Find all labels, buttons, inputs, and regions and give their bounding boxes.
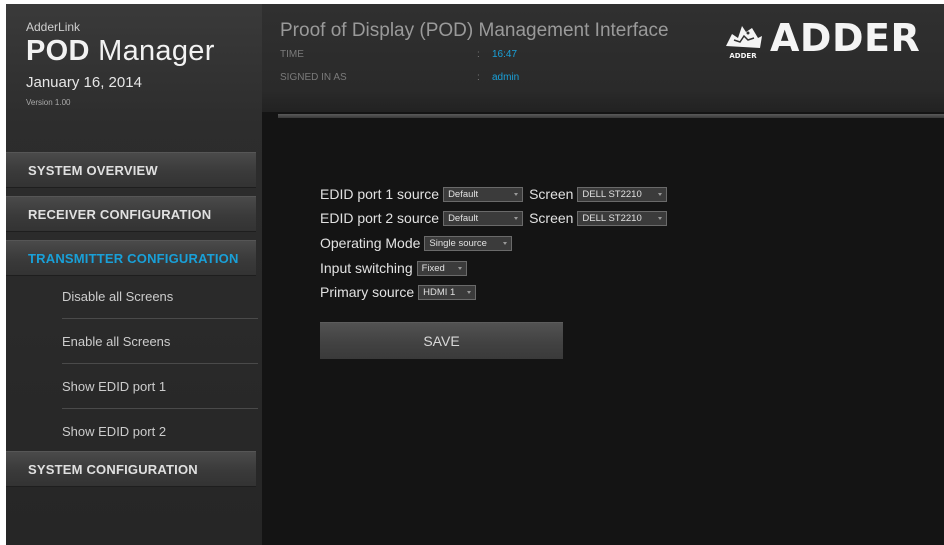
- edid-port-2-row: EDID port 2 source Default Screen DELL S…: [320, 209, 668, 227]
- nav-system-overview[interactable]: SYSTEM OVERVIEW: [6, 152, 256, 188]
- edid-port-1-source-select[interactable]: Default: [443, 186, 524, 202]
- time-value: 16:47: [492, 49, 518, 60]
- operating-mode-label: Operating Mode: [320, 235, 421, 251]
- edid-port-2-screen-label: Screen: [529, 210, 574, 226]
- primary-source-row: Primary source HDMI 1: [320, 283, 477, 301]
- adder-logo-mark-icon: ADDER: [718, 16, 768, 64]
- brand-title: POD Manager: [26, 35, 215, 68]
- nav-system-configuration[interactable]: SYSTEM CONFIGURATION: [6, 451, 256, 487]
- header: Proof of Display (POD) Management Interf…: [262, 4, 944, 112]
- main-panel: Proof of Display (POD) Management Interf…: [262, 4, 944, 545]
- chevron-down-icon: [503, 241, 508, 245]
- nav-transmitter-configuration[interactable]: TRANSMITTER CONFIGURATION: [6, 240, 256, 276]
- brand-block: AdderLink POD Manager January 16, 2014 V…: [26, 20, 215, 107]
- input-switching-value: Fixed: [421, 262, 445, 274]
- nav-sub-enable-all-screens[interactable]: Enable all Screens: [62, 319, 258, 364]
- header-divider: [278, 114, 944, 118]
- primary-source-label: Primary source: [320, 284, 415, 300]
- adder-logo: ADDER ADDER: [718, 16, 920, 64]
- primary-source-value: HDMI 1: [423, 286, 456, 298]
- brand-title-light: Manager: [98, 35, 215, 67]
- operating-mode-row: Operating Mode Single source: [320, 234, 513, 252]
- app-frame: AdderLink POD Manager January 16, 2014 V…: [6, 4, 944, 545]
- adder-logo-mark-text: ADDER: [729, 52, 757, 60]
- edid-port-2-label: EDID port 2 source: [320, 210, 440, 226]
- operating-mode-select[interactable]: Single source: [424, 235, 513, 251]
- nav-sub-disable-all-screens[interactable]: Disable all Screens: [62, 274, 258, 319]
- brand-date: January 16, 2014: [26, 74, 142, 91]
- brand-title-bold: POD: [26, 35, 90, 67]
- page-title: Proof of Display (POD) Management Interf…: [280, 20, 669, 41]
- edid-port-1-row: EDID port 1 source Default Screen DELL S…: [320, 185, 668, 203]
- edid-port-1-screen-label: Screen: [529, 186, 574, 202]
- edid-port-1-label: EDID port 1 source: [320, 186, 440, 202]
- chevron-down-icon: [658, 192, 663, 196]
- operating-mode-value: Single source: [429, 237, 487, 249]
- edid-port-2-source-select[interactable]: Default: [443, 210, 524, 226]
- edid-port-2-screen-value: DELL ST2210: [582, 212, 642, 224]
- time-separator: :: [477, 49, 480, 60]
- input-switching-label: Input switching: [320, 260, 413, 276]
- input-switching-row: Input switching Fixed: [320, 259, 467, 277]
- signed-in-label: SIGNED IN AS: [280, 72, 347, 83]
- signed-in-value: admin: [492, 72, 520, 83]
- edid-port-1-screen-value: DELL ST2210: [582, 188, 642, 200]
- nav-sub-show-edid-port-2[interactable]: Show EDID port 2: [62, 409, 258, 454]
- edid-port-2-source-value: Default: [448, 212, 479, 224]
- input-switching-select[interactable]: Fixed: [416, 260, 467, 276]
- save-button[interactable]: SAVE: [320, 322, 563, 359]
- edid-port-1-screen-select[interactable]: DELL ST2210: [577, 186, 668, 202]
- chevron-down-icon: [457, 266, 462, 270]
- nav-receiver-configuration[interactable]: RECEIVER CONFIGURATION: [6, 196, 256, 232]
- signed-in-separator: :: [477, 72, 480, 83]
- adder-logo-text: ADDER: [770, 16, 921, 60]
- chevron-down-icon: [658, 216, 663, 220]
- sidebar: AdderLink POD Manager January 16, 2014 V…: [6, 4, 262, 545]
- primary-source-select[interactable]: HDMI 1: [418, 284, 477, 300]
- brand-subtitle: AdderLink: [26, 20, 81, 34]
- chevron-down-icon: [514, 192, 519, 196]
- chevron-down-icon: [514, 216, 519, 220]
- chevron-down-icon: [467, 290, 472, 294]
- brand-version: Version 1.00: [26, 98, 71, 107]
- nav-sub-show-edid-port-1[interactable]: Show EDID port 1: [62, 364, 258, 409]
- edid-port-2-screen-select[interactable]: DELL ST2210: [577, 210, 668, 226]
- edid-port-1-source-value: Default: [448, 188, 479, 200]
- time-label: TIME: [280, 49, 304, 60]
